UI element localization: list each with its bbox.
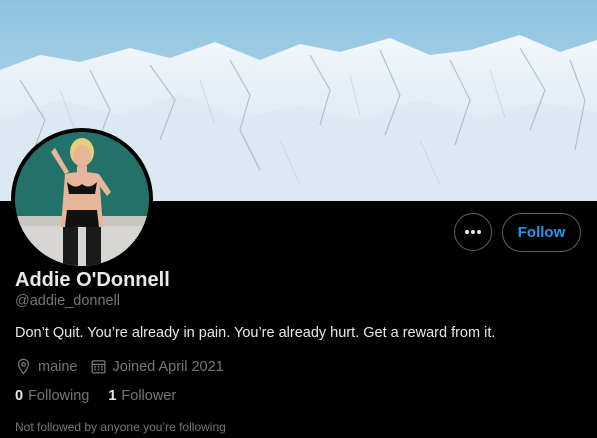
avatar-frame[interactable]	[11, 128, 153, 270]
joined-text: Joined April 2021	[112, 358, 224, 375]
location-pin-icon	[17, 358, 30, 375]
user-handle: @addie_donnell	[15, 293, 121, 309]
calendar-icon	[90, 360, 106, 374]
following-label: Following	[28, 388, 90, 404]
avatar-image	[15, 132, 149, 266]
followed-by-note: Not followed by anyone you’re following	[15, 420, 226, 434]
follow-button-label: Follow	[517, 224, 566, 241]
location-item: maine	[15, 358, 78, 375]
followers-count: 1	[108, 388, 117, 404]
more-options-button[interactable]	[454, 213, 492, 251]
follow-stats: 0 Following 1 Follower	[15, 388, 195, 404]
display-name: Addie O'Donnell	[15, 269, 170, 291]
profile-bio: Don’t Quit. You’re already in pain. You’…	[15, 325, 496, 341]
following-link[interactable]: 0 Following	[15, 388, 89, 404]
location-text: maine	[38, 358, 78, 375]
profile-page: Follow Addie O'Donnell @addie_donnell Do…	[0, 0, 597, 438]
follow-button[interactable]: Follow	[502, 213, 581, 252]
joined-item: Joined April 2021	[90, 358, 224, 375]
ellipsis-icon	[465, 230, 481, 234]
following-count: 0	[15, 388, 24, 404]
avatar[interactable]	[15, 132, 149, 266]
profile-meta: maine Joined April 2021	[15, 358, 236, 375]
followers-link[interactable]: 1 Follower	[108, 388, 176, 404]
followers-label: Follower	[121, 388, 177, 404]
